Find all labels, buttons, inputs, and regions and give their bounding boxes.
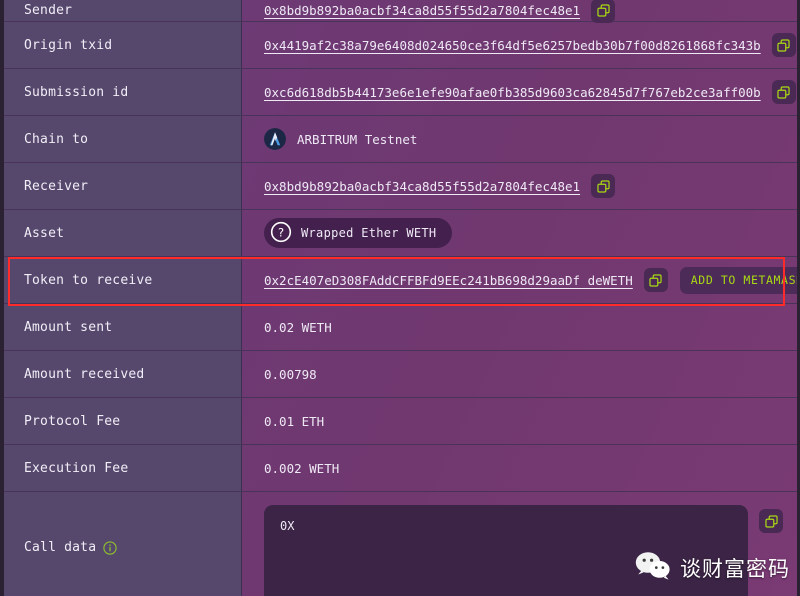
copy-icon[interactable] — [591, 174, 615, 198]
amount-sent-label: Amount sent — [24, 320, 112, 335]
asset-name: Wrapped Ether WETH — [301, 226, 436, 240]
row-value-cell: 0x8bd9b892ba0acbf34ca8d55f55d2a7804fec48… — [242, 0, 797, 21]
row-label-cell: Asset — [4, 210, 242, 256]
call-data-textarea[interactable]: 0X — [264, 505, 748, 596]
arbitrum-icon — [264, 128, 286, 150]
info-icon[interactable] — [103, 541, 117, 555]
row-value-cell: ARBITRUM Testnet — [242, 116, 797, 162]
amount-received-label: Amount received — [24, 367, 144, 382]
table-row-receiver: Receiver 0x8bd9b892ba0acbf34ca8d55f55d2a… — [4, 163, 797, 210]
submission-id-label: Submission id — [24, 85, 128, 100]
receiver-address-link[interactable]: 0x8bd9b892ba0acbf34ca8d55f55d2a7804fec48… — [264, 179, 580, 194]
row-value-cell: 0X — [242, 492, 797, 596]
row-value-cell: 0.002 WETH — [242, 445, 797, 491]
row-label-cell: Amount sent — [4, 304, 242, 350]
row-label-cell: Execution Fee — [4, 445, 242, 491]
row-value-cell: 0x8bd9b892ba0acbf34ca8d55f55d2a7804fec48… — [242, 163, 797, 209]
copy-icon[interactable] — [772, 80, 796, 104]
table-row-protocol-fee: Protocol Fee 0.01 ETH — [4, 398, 797, 445]
execution-fee-value: 0.002 WETH — [264, 461, 339, 476]
row-value-cell: 0x2cE407eD308FAddCFFBFd9EEc241bB698d29aa… — [242, 257, 797, 303]
table-row-sender: Sender 0x8bd9b892ba0acbf34ca8d55f55d2a78… — [4, 0, 797, 22]
submission-id-link[interactable]: 0xc6d618db5b44173e6e1efe90afae0fb385d960… — [264, 85, 761, 100]
asset-pill[interactable]: ? Wrapped Ether WETH — [264, 218, 452, 248]
row-label-cell: Sender — [4, 0, 242, 21]
row-value-cell: ? Wrapped Ether WETH — [242, 210, 797, 256]
execution-fee-label: Execution Fee — [24, 461, 128, 476]
protocol-fee-value: 0.01 ETH — [264, 414, 324, 429]
copy-icon[interactable] — [591, 0, 615, 23]
sender-address-link[interactable]: 0x8bd9b892ba0acbf34ca8d55f55d2a7804fec48… — [264, 3, 580, 18]
copy-icon[interactable] — [772, 33, 796, 57]
details-table: Sender 0x8bd9b892ba0acbf34ca8d55f55d2a78… — [4, 0, 797, 596]
row-value-cell: 0.01 ETH — [242, 398, 797, 444]
transaction-details-panel: Sender 0x8bd9b892ba0acbf34ca8d55f55d2a78… — [0, 0, 800, 596]
row-label-cell: Call data — [4, 492, 242, 596]
row-label-cell: Submission id — [4, 69, 242, 115]
origin-txid-label: Origin txid — [24, 38, 112, 53]
chain-to-label: Chain to — [24, 132, 88, 147]
svg-text:?: ? — [278, 225, 284, 239]
table-row-chain-to: Chain to ARBITRUM Testnet — [4, 116, 797, 163]
row-label-cell: Chain to — [4, 116, 242, 162]
row-value-cell: 0.02 WETH — [242, 304, 797, 350]
protocol-fee-label: Protocol Fee — [24, 414, 120, 429]
row-value-cell: 0x4419af2c38a79e6408d024650ce3f64df5e625… — [242, 22, 797, 68]
row-label-cell: Amount received — [4, 351, 242, 397]
amount-received-value: 0.00798 — [264, 367, 317, 382]
panel-left-edge — [0, 0, 4, 596]
row-label-cell: Origin txid — [4, 22, 242, 68]
asset-label: Asset — [24, 226, 64, 241]
table-row-asset: Asset ? Wrapped Ether WETH — [4, 210, 797, 257]
copy-icon[interactable] — [759, 509, 783, 533]
table-row-execution-fee: Execution Fee 0.002 WETH — [4, 445, 797, 492]
table-row-origin-txid: Origin txid 0x4419af2c38a79e6408d024650c… — [4, 22, 797, 69]
row-value-cell: 0xc6d618db5b44173e6e1efe90afae0fb385d960… — [242, 69, 797, 115]
row-value-cell: 0.00798 — [242, 351, 797, 397]
table-row-amount-sent: Amount sent 0.02 WETH — [4, 304, 797, 351]
token-to-receive-link[interactable]: 0x2cE407eD308FAddCFFBFd9EEc241bB698d29aa… — [264, 273, 633, 288]
table-row-call-data: Call data 0X — [4, 492, 797, 596]
receiver-label: Receiver — [24, 179, 88, 194]
chain-to-value: ARBITRUM Testnet — [297, 132, 417, 147]
origin-txid-link[interactable]: 0x4419af2c38a79e6408d024650ce3f64df5e625… — [264, 38, 761, 53]
amount-sent-value: 0.02 WETH — [264, 320, 332, 335]
table-row-token-to-receive: Token to receive 0x2cE407eD308FAddCFFBFd… — [4, 257, 797, 304]
table-row-submission-id: Submission id 0xc6d618db5b44173e6e1efe90… — [4, 69, 797, 116]
call-data-label: Call data — [24, 540, 96, 555]
row-label-cell: Receiver — [4, 163, 242, 209]
add-to-metamask-button[interactable]: ADD TO METAMASK — [680, 267, 800, 294]
table-row-amount-received: Amount received 0.00798 — [4, 351, 797, 398]
question-mark-icon: ? — [270, 221, 292, 246]
sender-label: Sender — [24, 3, 72, 18]
row-label-cell: Protocol Fee — [4, 398, 242, 444]
row-label-cell: Token to receive — [4, 257, 242, 303]
copy-icon[interactable] — [644, 268, 668, 292]
token-to-receive-label: Token to receive — [24, 273, 152, 288]
